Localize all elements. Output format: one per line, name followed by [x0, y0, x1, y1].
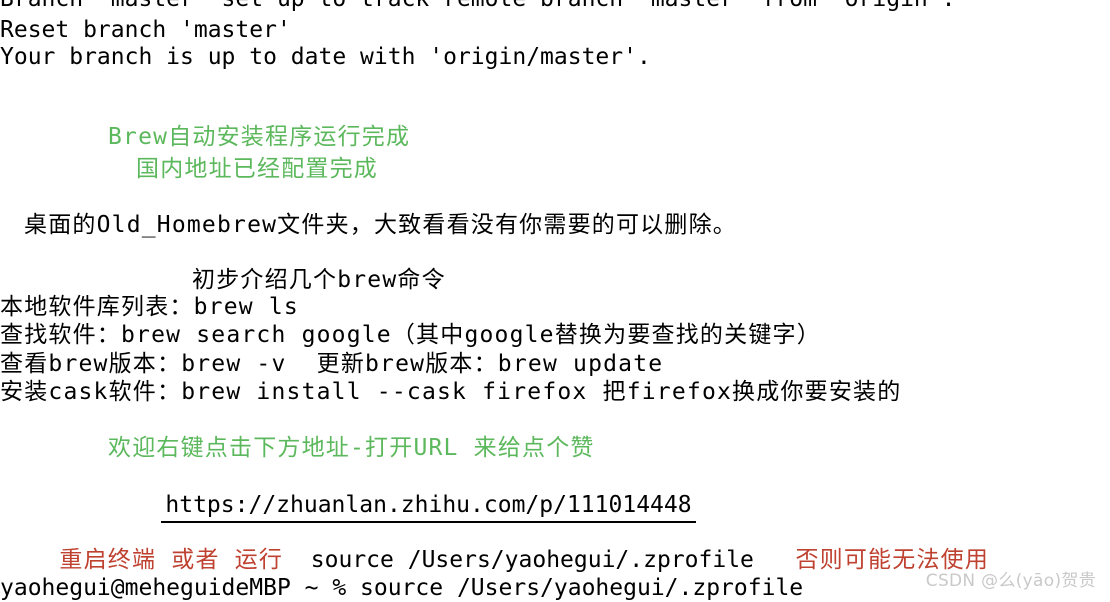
- restart-terminal-prefix: 重启终端 或者 运行: [59, 547, 284, 573]
- git-branch-track-line: Branch 'master' set up to track remote b…: [0, 0, 955, 13]
- git-up-to-date-line: Your branch is up to date with 'origin/m…: [0, 44, 651, 70]
- cmd-cask-install-line: 安装cask软件：brew install --cask firefox 把fi…: [0, 379, 902, 405]
- brew-commands-heading: 初步介绍几个brew命令: [192, 267, 446, 293]
- open-url-like-prompt: 欢迎右键点击下方地址-打开URL 来给点个赞: [108, 435, 595, 461]
- terminal-output-pane: Branch 'master' set up to track remote b…: [0, 0, 1110, 601]
- cmd-local-list-line: 本地软件库列表：brew ls: [0, 294, 299, 320]
- csdn-watermark: CSDN @么(yāo)贺贵: [925, 571, 1096, 591]
- old-homebrew-folder-note: 桌面的Old_Homebrew文件夹，大致看看没有你需要的可以删除。: [24, 212, 737, 238]
- brew-install-complete-title: Brew自动安装程序运行完成: [108, 124, 411, 150]
- clipped-line-window: Branch 'master' set up to track remote b…: [0, 0, 1110, 15]
- git-reset-branch-line: Reset branch 'master': [0, 17, 291, 43]
- cmd-version-line: 查看brew版本：brew -v 更新brew版本：brew update: [0, 351, 664, 377]
- brew-mirror-configured-subtitle: 国内地址已经配置完成: [136, 156, 378, 182]
- source-zprofile-command: source /Users/yaohegui/.zprofile: [310, 547, 754, 573]
- cmd-search-line: 查找软件：brew search google（其中google替换为要查找的关…: [0, 322, 821, 348]
